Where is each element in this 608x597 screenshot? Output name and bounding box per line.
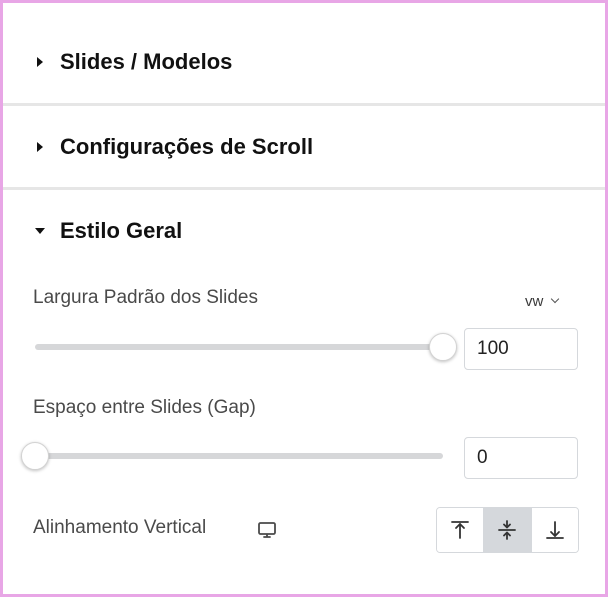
desktop-monitor-icon[interactable] bbox=[257, 521, 277, 539]
vertical-alignment-label: Alinhamento Vertical bbox=[33, 517, 207, 538]
align-top-icon bbox=[451, 521, 470, 539]
section-title: Slides / Modelos bbox=[60, 49, 233, 74]
width-label: Largura Padrão dos Slides bbox=[33, 287, 258, 308]
caret-right-icon bbox=[37, 57, 43, 67]
width-input[interactable] bbox=[464, 328, 578, 370]
caret-down-icon bbox=[35, 228, 45, 234]
section-divider bbox=[3, 187, 605, 190]
gap-label: Espaço entre Slides (Gap) bbox=[33, 397, 256, 418]
section-divider bbox=[3, 103, 605, 106]
gap-input[interactable] bbox=[464, 437, 578, 479]
align-bottom-button[interactable] bbox=[530, 508, 578, 552]
unit-selector[interactable]: vw bbox=[525, 291, 560, 311]
unit-value: vw bbox=[525, 292, 544, 310]
section-title: Estilo Geral bbox=[60, 218, 183, 243]
align-bottom-icon bbox=[545, 521, 564, 539]
editor-panel: Slides / Modelos Configurações de Scroll… bbox=[0, 0, 608, 597]
width-slider-track[interactable] bbox=[35, 344, 443, 350]
section-slides-modelos-header[interactable]: Slides / Modelos bbox=[3, 44, 605, 80]
gap-slider-handle[interactable] bbox=[21, 442, 49, 470]
section-scroll-settings-header[interactable]: Configurações de Scroll bbox=[3, 129, 605, 165]
section-estilo-geral-header[interactable]: Estilo Geral bbox=[3, 213, 605, 249]
chevron-down-icon bbox=[551, 294, 560, 304]
align-middle-button[interactable] bbox=[483, 508, 531, 552]
section-title: Configurações de Scroll bbox=[60, 134, 314, 159]
caret-right-icon bbox=[37, 142, 43, 152]
gap-slider-track[interactable] bbox=[35, 453, 443, 459]
align-middle-icon bbox=[498, 520, 517, 540]
width-slider-handle[interactable] bbox=[429, 333, 457, 361]
vertical-alignment-group bbox=[436, 507, 579, 553]
align-top-button[interactable] bbox=[437, 508, 484, 552]
